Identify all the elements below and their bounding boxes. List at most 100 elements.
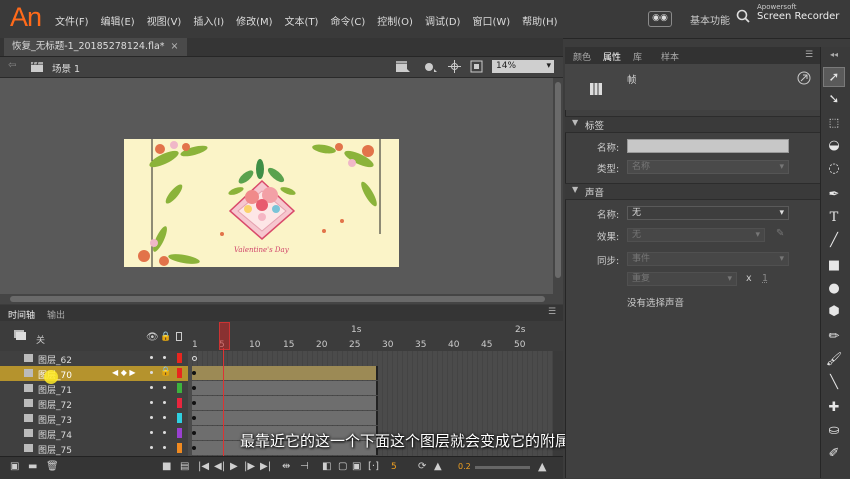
menu-view[interactable]: 视图(V) [147,13,182,28]
menu-control[interactable]: 控制(O) [377,13,413,28]
onion-skin-icon[interactable]: ◧ [322,461,331,472]
tab-color[interactable]: 颜色 [573,50,591,63]
layer-row[interactable]: 图层_73 [0,411,553,427]
menu-insert[interactable]: 插入(I) [193,13,224,28]
keyframe[interactable] [192,401,196,405]
scene-label[interactable]: 场景 1 [52,61,80,75]
layer-frames[interactable] [188,411,553,427]
first-frame-icon[interactable]: |◀ [198,461,209,472]
type-select[interactable]: 名称 ▾ [627,160,789,174]
layer-name[interactable]: 图层_62 [38,353,72,366]
sound-name-select[interactable]: 无 ▾ [627,206,789,220]
frame-span[interactable] [192,396,378,410]
visibility-dot[interactable] [150,416,153,419]
document-tab[interactable]: 恢复_无标题-1_20185278124.fla* × [4,38,187,56]
tab-output[interactable]: 输出 [47,308,65,321]
close-icon[interactable]: × [171,41,179,52]
sound-section-header[interactable]: ▼ 声音 [565,183,820,200]
zoom-in-icon[interactable]: ▲ [538,460,546,473]
layer-row[interactable]: 图层_62 [0,351,553,367]
delete-layer-icon[interactable]: 🗑 [46,461,59,472]
keyframe[interactable] [192,386,196,390]
menu-window[interactable]: 窗口(W) [472,13,510,28]
panel-menu-icon[interactable]: ☰ [805,50,813,60]
fps-value[interactable]: 0.2 [458,462,471,471]
new-folder-icon[interactable]: ▬ [28,461,37,472]
layer-frames[interactable] [188,396,553,412]
new-layer-icon[interactable]: ▣ [10,461,19,472]
layer-name[interactable]: 图层_74 [38,428,72,441]
edit-symbols-icon[interactable] [422,60,438,73]
frame-name-input[interactable] [627,139,789,153]
modify-markers-icon[interactable]: [·] [368,461,379,472]
clip-stage-icon[interactable] [470,60,483,73]
frame-span[interactable] [192,411,378,425]
menu-file[interactable]: 文件(F) [55,13,89,28]
menu-modify[interactable]: 修改(M) [236,13,272,28]
lock-dot[interactable] [163,416,166,419]
edit-pencil-icon[interactable]: ✎ [776,228,784,239]
lock-dot[interactable] [163,386,166,389]
camera-icon[interactable]: ■ [162,461,171,472]
layer-frames[interactable] [188,351,553,367]
line-tool-icon[interactable]: ╱ [823,231,845,251]
edit-scene-icon[interactable] [395,60,411,73]
selection-tool-icon[interactable]: ➚ [823,67,845,87]
lock-dot[interactable] [163,431,166,434]
zoom-select[interactable]: 14% ▾ [492,60,554,73]
visibility-dot[interactable] [150,446,153,449]
parent-view-icon[interactable]: ▤ [180,461,189,472]
layer-color-swatch[interactable] [177,368,182,378]
step-forward-icon[interactable]: |▶ [244,461,255,472]
visibility-dot[interactable] [150,356,153,359]
search-icon[interactable] [735,8,751,24]
edit-multiple-icon[interactable]: ▣ [352,461,361,472]
layer-name[interactable]: 图层_72 [38,398,72,411]
frame-ruler[interactable]: 1 5 10 15 20 25 30 35 40 45 50 1s 2s [0,321,563,351]
step-back-icon[interactable]: ◀| [214,461,225,472]
layer-frames[interactable] [188,381,553,397]
gamepad-icon[interactable]: ◉◉ [648,11,672,27]
sync-select[interactable]: 事件 ▾ [627,252,789,266]
paint-brush-icon[interactable]: ╲ [823,373,845,393]
layer-row-selected[interactable]: 图层_70 ◀ ◆ ▶ 🔒 [0,366,553,382]
frame-span[interactable] [192,366,378,380]
effect-select[interactable]: 无 ▾ [627,228,765,242]
current-frame-value[interactable]: 5 [391,462,397,472]
repeat-count[interactable]: 1 [762,273,768,284]
brush-tool-icon[interactable]: 🖌 [823,350,845,370]
3d-rotation-icon[interactable]: ◒ [823,136,845,156]
repeat-select[interactable]: 重复 ▾ [627,272,737,286]
panel-menu-icon[interactable]: ☰ [548,307,556,317]
layer-drag-arrows-icon[interactable]: ◀ ◆ ▶ [112,368,136,377]
layer-color-swatch[interactable] [177,353,182,363]
free-transform-icon[interactable]: ⬚ [823,113,845,133]
tab-library[interactable]: 库 [633,50,642,63]
menu-commands[interactable]: 命令(C) [330,13,365,28]
menu-edit[interactable]: 编辑(E) [101,13,135,28]
oval-tool-icon[interactable]: ● [823,279,845,299]
layer-color-swatch[interactable] [177,398,182,408]
layer-row[interactable]: 图层_71 [0,381,553,397]
eyedropper-icon[interactable]: ✐ [823,444,845,464]
pen-tool-icon[interactable]: ✒ [823,185,845,205]
layer-color-swatch[interactable] [177,383,182,393]
tab-swatches[interactable]: 样本 [661,50,679,63]
visibility-dot[interactable] [150,371,153,374]
frame-span[interactable] [192,381,378,395]
lock-dot[interactable] [163,446,166,449]
layer-color-swatch[interactable] [177,413,182,423]
vertical-scroll-thumb[interactable] [555,82,561,278]
workspace-switcher[interactable]: 基本功能 [690,12,730,27]
snap-grid-icon[interactable] [448,60,461,73]
lock-icon[interactable]: 🔒 [160,367,171,377]
tools-expand-icon[interactable]: ◂◂ [830,50,838,59]
menu-text[interactable]: 文本(T) [285,13,319,28]
text-tool-icon[interactable]: T [823,208,845,228]
loop-icon[interactable]: ⇹ [282,461,290,472]
layer-name[interactable]: 图层_73 [38,413,72,426]
layer-name[interactable]: 图层_75 [38,443,72,456]
subselection-tool-icon[interactable]: ➘ [823,90,845,110]
visibility-dot[interactable] [150,431,153,434]
polystar-tool-icon[interactable]: ⬢ [823,302,845,322]
